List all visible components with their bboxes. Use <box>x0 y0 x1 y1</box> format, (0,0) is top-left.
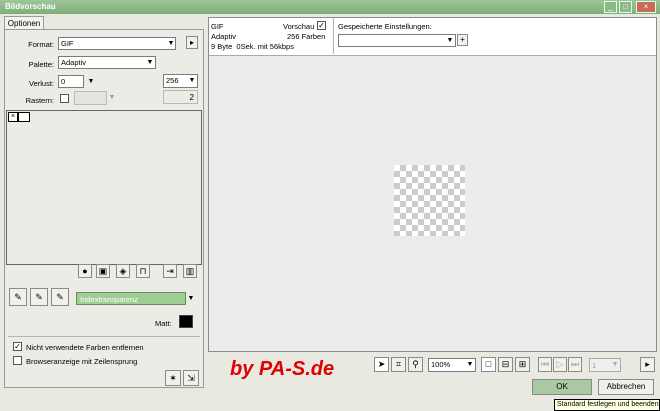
remove-unused-colors-checkbox[interactable]: ✓ <box>13 342 22 351</box>
watermark: by PA-S.de <box>230 358 335 380</box>
title-bar: Bildvorschau <box>0 0 660 14</box>
last-frame-icon[interactable]: ⏭ <box>568 357 582 372</box>
quad-view-icon[interactable]: ⊞ <box>515 357 530 372</box>
close-icon[interactable]: × <box>636 1 656 13</box>
lock-icon[interactable]: ⊓ <box>136 264 150 278</box>
pointer-tool-icon[interactable]: ➤ <box>374 357 389 372</box>
add-color-icon[interactable]: ⇥ <box>163 264 177 278</box>
saved-settings-select[interactable] <box>338 34 456 47</box>
eyedropper-plus-icon[interactable]: ✎ <box>30 288 48 306</box>
loss-input[interactable]: 0 <box>58 75 84 88</box>
web-palette-icon[interactable]: ▣ <box>96 264 110 278</box>
ok-button-label: OK <box>556 382 568 391</box>
transparency-select[interactable]: Indextransparenz <box>76 292 186 305</box>
split-view-icon[interactable]: ⊟ <box>498 357 513 372</box>
color-wheel-icon[interactable]: ● <box>78 264 92 278</box>
colors-value: 256 <box>166 76 179 85</box>
dither-label: Rastern: <box>25 96 54 105</box>
single-view-icon[interactable]: □ <box>481 357 496 372</box>
preview-checkbox[interactable]: ✓ <box>317 21 326 30</box>
browser-preview-icon[interactable]: ▸ <box>640 357 655 372</box>
chevron-down-icon[interactable]: ▼ <box>187 76 197 86</box>
cancel-button[interactable]: Abbrechen <box>598 379 654 395</box>
loss-value: 0 <box>61 77 66 86</box>
loss-slider-arrow-icon[interactable]: ▼ <box>86 77 96 87</box>
export-icon[interactable]: ⇲ <box>183 370 199 386</box>
cancel-button-label: Abbrechen <box>606 382 646 391</box>
play-icon[interactable]: ▷ <box>553 357 567 372</box>
format-label: Format: <box>28 40 54 49</box>
preview-colors: 256 Farben <box>287 32 326 41</box>
zoom-value: 100% <box>431 360 451 369</box>
palette-select[interactable]: Adaptiv <box>58 56 156 69</box>
color-table <box>6 110 202 265</box>
format-menu-button[interactable]: ▸ <box>186 36 198 49</box>
saved-settings-label: Gespeicherte Einstellungen: <box>338 22 432 31</box>
format-value: GIF <box>61 39 74 48</box>
chevron-down-icon[interactable]: ▼ <box>610 360 620 370</box>
palette-value: Adaptiv <box>61 58 87 67</box>
eyedropper-minus-icon[interactable]: ✎ <box>51 288 69 306</box>
eyedropper-icon[interactable]: ✎ <box>9 288 27 306</box>
ok-button[interactable]: OK <box>532 379 592 395</box>
format-select[interactable]: GIF <box>58 37 176 50</box>
minimize-icon[interactable]: _ <box>604 1 617 13</box>
preview-toggle-label: Vorschau <box>283 22 315 31</box>
divider <box>333 18 334 54</box>
trash-icon[interactable]: ▥ <box>183 264 197 278</box>
interlaced-label: Browseranzeige mit Zeilensprung <box>26 357 138 366</box>
dither-checkbox[interactable] <box>60 94 69 103</box>
cube-icon[interactable]: ◈ <box>116 264 130 278</box>
remove-unused-colors-label: Nicht verwendete Farben entfernen <box>26 343 144 352</box>
colors-count-value: 2 <box>189 93 194 102</box>
interlaced-checkbox[interactable] <box>13 356 22 365</box>
matte-color-swatch[interactable] <box>179 315 193 328</box>
dither-amount-input[interactable] <box>74 91 107 105</box>
tab-options[interactable]: Optionen <box>4 16 44 30</box>
first-frame-icon[interactable]: ⏮ <box>538 357 552 372</box>
tooltip: Standard festlegen und beenden <box>554 399 660 411</box>
transparent-swatch-icon[interactable]: × <box>9 113 17 121</box>
magic-wand-icon[interactable]: ✶ <box>165 370 181 386</box>
chevron-down-icon[interactable]: ▼ <box>107 93 117 103</box>
colors-count: 2 <box>163 90 198 104</box>
tab-options-label: Optionen <box>7 19 41 28</box>
zoom-tool-icon[interactable]: ⚲ <box>408 357 423 372</box>
preview-palette: Adaptiv <box>211 32 237 41</box>
transparent-image-preview <box>394 165 465 236</box>
loss-label: Verlust: <box>28 79 54 88</box>
chevron-down-icon[interactable]: ▼ <box>445 36 455 46</box>
palette-label: Palette: <box>28 60 54 69</box>
color-swatch[interactable] <box>19 113 29 121</box>
add-setting-button[interactable]: + <box>457 34 468 46</box>
window-title: Bildvorschau <box>5 2 56 11</box>
frame-value: 1 <box>592 361 597 370</box>
chevron-down-icon[interactable]: ▼ <box>186 294 196 304</box>
matte-label: Matt: <box>155 319 172 328</box>
maximize-icon[interactable]: □ <box>619 1 632 13</box>
crop-tool-icon[interactable]: ⌗ <box>391 357 406 372</box>
preview-size: 9 Byte 0Sek. mit 56kbps <box>211 42 294 51</box>
transparency-value: Indextransparenz <box>80 295 138 304</box>
chevron-down-icon[interactable]: ▼ <box>465 360 475 370</box>
chevron-down-icon[interactable]: ▼ <box>166 39 176 49</box>
divider <box>8 336 200 337</box>
chevron-down-icon[interactable]: ▼ <box>145 58 155 68</box>
preview-format: GIF <box>211 22 224 31</box>
